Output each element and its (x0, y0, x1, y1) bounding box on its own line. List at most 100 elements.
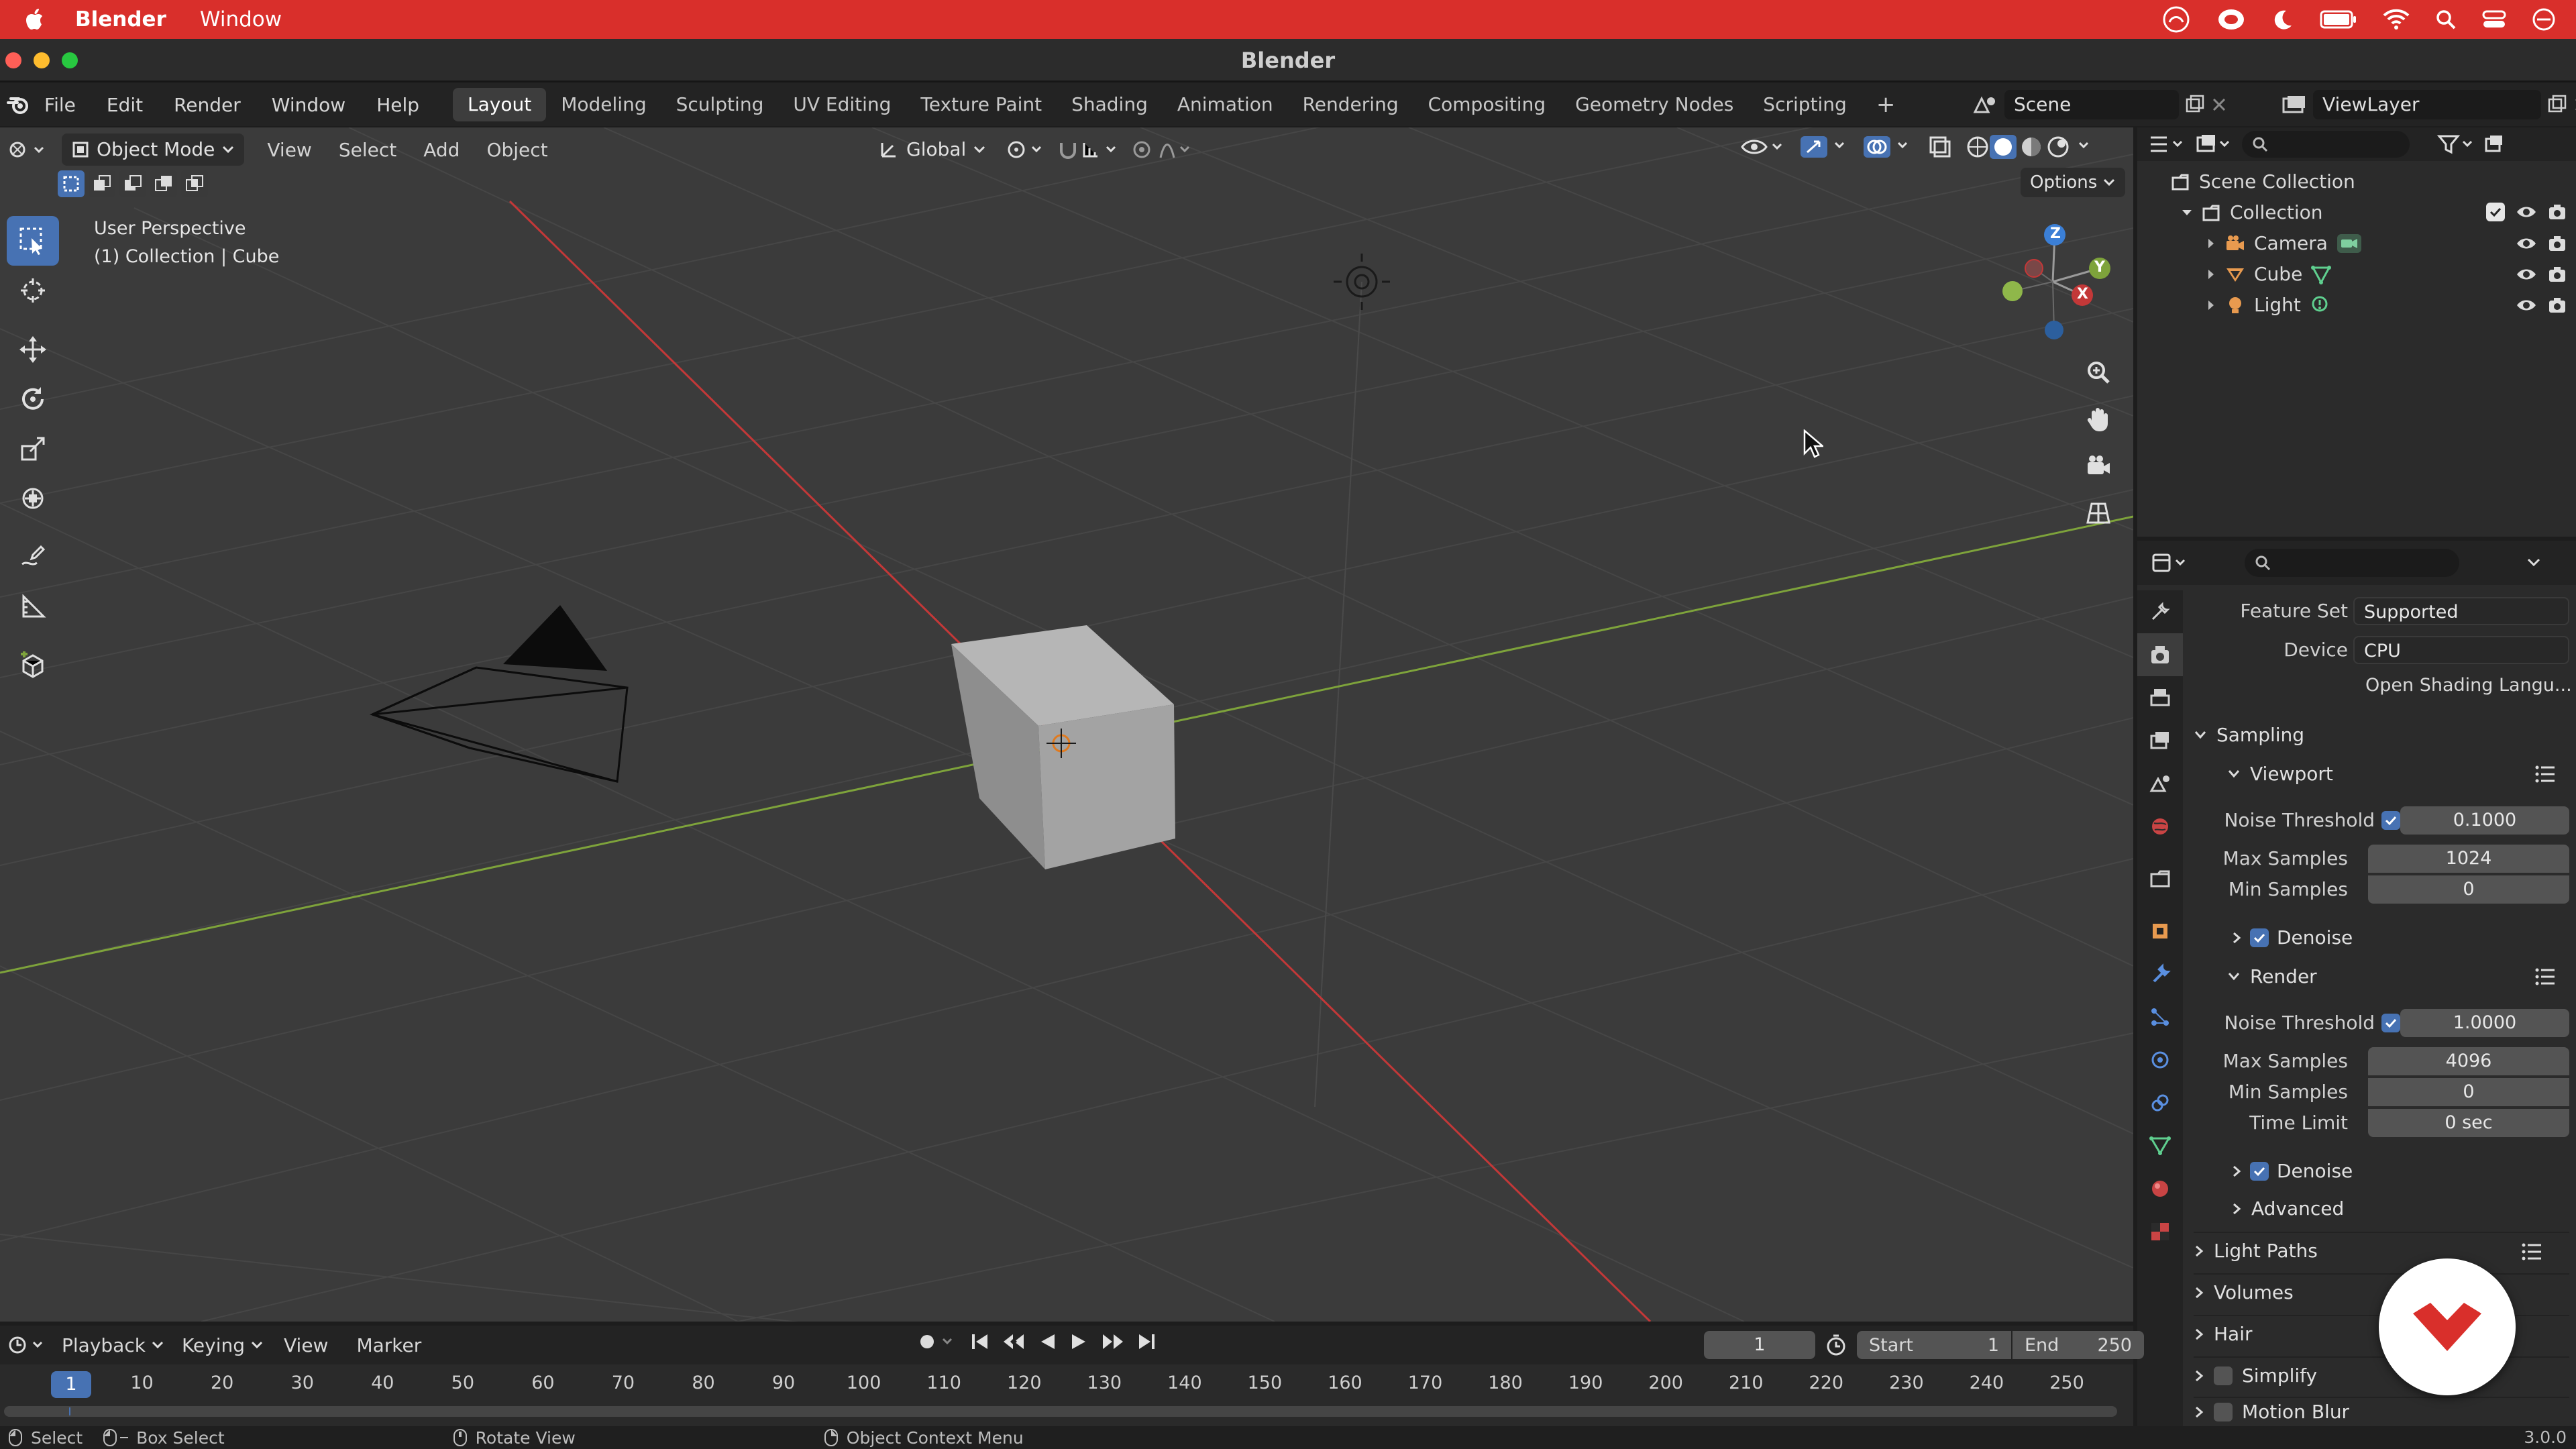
tab-output[interactable] (2137, 676, 2183, 719)
new-scene-icon[interactable] (2184, 94, 2206, 115)
outliner-editor-type-icon[interactable] (2148, 133, 2188, 155)
expand-arrow-icon[interactable] (2206, 237, 2216, 250)
blender-logo-icon[interactable] (7, 95, 30, 115)
outliner-scene-collection[interactable]: Scene Collection (2137, 166, 2576, 197)
wifi-icon[interactable] (2383, 9, 2410, 30)
tab-data[interactable] (2137, 1124, 2183, 1167)
motion-blur-panel-header[interactable]: Motion Blur (2194, 1397, 2569, 1426)
outliner-item-cube[interactable]: Cube (2137, 259, 2576, 290)
display-mode-icon[interactable] (2195, 133, 2235, 155)
tab-rendering[interactable]: Rendering (1288, 88, 1413, 121)
render-min-samples-field[interactable]: 0 (2368, 1078, 2569, 1106)
play-reverse-icon[interactable] (1037, 1332, 1057, 1352)
expand-chevron-icon[interactable] (2180, 206, 2194, 219)
tab-texture-paint[interactable]: Texture Paint (906, 88, 1057, 121)
view-layer-field[interactable]: ViewLayer (2313, 90, 2541, 119)
collection-exclude-checkbox[interactable] (2486, 203, 2505, 221)
tab-constraints[interactable] (2137, 1081, 2183, 1124)
viewport-denoise-checkbox[interactable] (2250, 928, 2269, 947)
shading-modes-icon[interactable] (1964, 133, 2098, 160)
outliner-item-camera[interactable]: Camera (2137, 228, 2576, 259)
remove-view-layer-icon[interactable] (2573, 97, 2576, 113)
select-new-icon[interactable] (58, 170, 85, 197)
pan-hand-icon[interactable] (2078, 396, 2118, 443)
viewport-max-samples-field[interactable]: 1024 (2368, 845, 2569, 873)
motion-blur-checkbox[interactable] (2214, 1403, 2233, 1421)
eye-icon[interactable] (2516, 204, 2537, 220)
view-layer-icon[interactable] (2281, 93, 2308, 116)
tab-layout[interactable]: Layout (453, 88, 547, 121)
select-box-tool[interactable] (7, 216, 59, 266)
visibility-selectability-icon[interactable] (1736, 136, 1790, 158)
zoom-icon[interactable] (2078, 349, 2118, 396)
jump-to-keyframe-forward-icon[interactable] (1102, 1332, 1124, 1352)
tab-modifiers[interactable] (2137, 953, 2183, 996)
select-invert-icon[interactable] (150, 170, 177, 197)
snap-icon[interactable] (1056, 139, 1123, 160)
render-camera-icon[interactable] (2548, 203, 2567, 221)
viewport-noise-threshold-field[interactable]: 0.1000 (2400, 806, 2569, 835)
menu-help[interactable]: Help (376, 94, 419, 116)
device-dropdown[interactable]: CPU (2353, 636, 2569, 664)
scene-field[interactable]: Scene (2004, 90, 2179, 119)
light-data-icon[interactable] (2309, 294, 2330, 316)
jump-to-start-icon[interactable] (970, 1332, 990, 1352)
screen-recorder-badge[interactable] (2379, 1258, 2516, 1395)
scale-tool[interactable] (7, 424, 59, 474)
chevron-down-icon[interactable] (2526, 557, 2541, 568)
timeline-menu-marker[interactable]: Marker (356, 1334, 421, 1356)
viewport-menu-object[interactable]: Object (486, 139, 547, 161)
expand-arrow-icon[interactable] (2206, 268, 2216, 281)
tab-animation[interactable]: Animation (1163, 88, 1288, 121)
menu-window[interactable]: Window (272, 94, 345, 116)
3d-viewport[interactable]: User Perspective (1) Collection | Cube Z… (0, 127, 2133, 1322)
control-center-icon[interactable] (2482, 9, 2506, 30)
stopwatch-icon[interactable] (1825, 1334, 1847, 1356)
eye-icon[interactable] (2516, 266, 2537, 282)
apple-icon[interactable] (24, 8, 44, 31)
eye-icon[interactable] (2516, 297, 2537, 313)
tab-physics[interactable] (2137, 1038, 2183, 1081)
tab-object[interactable] (2137, 910, 2183, 953)
gizmo-toggle-icon[interactable] (1799, 135, 1853, 159)
mac-app-name[interactable]: Blender (75, 7, 166, 32)
cc-sync-icon[interactable] (2216, 6, 2246, 33)
presets-list-icon[interactable] (2534, 967, 2556, 986)
render-camera-icon[interactable] (2548, 266, 2567, 283)
camera-object[interactable] (369, 605, 629, 783)
simplify-checkbox[interactable] (2214, 1366, 2233, 1385)
viewport-noise-threshold-checkbox[interactable] (2381, 811, 2400, 830)
simplify-panel-header[interactable]: Simplify (2194, 1356, 2569, 1394)
render-denoise-header[interactable]: Denoise (2207, 1152, 2569, 1190)
rotate-tool[interactable] (7, 374, 59, 424)
dark-mode-icon[interactable] (2271, 8, 2294, 31)
tab-compositing[interactable]: Compositing (1413, 88, 1561, 121)
auto-keying-icon[interactable] (918, 1331, 958, 1352)
editor-type-icon[interactable] (7, 138, 47, 161)
tab-sculpting[interactable]: Sculpting (661, 88, 779, 121)
add-cube-tool[interactable] (7, 641, 59, 691)
tab-shading[interactable]: Shading (1057, 88, 1163, 121)
eye-icon[interactable] (2516, 235, 2537, 252)
presets-list-icon[interactable] (2521, 1242, 2542, 1261)
outliner-collection-row[interactable]: Collection (2137, 197, 2576, 228)
jump-to-keyframe-back-icon[interactable] (1002, 1332, 1025, 1352)
scene-icon[interactable] (1972, 93, 1999, 116)
remove-scene-icon[interactable] (2211, 97, 2227, 113)
timeline-menu-view[interactable]: View (284, 1334, 328, 1356)
tab-scripting[interactable]: Scripting (1748, 88, 1862, 121)
select-intersect-icon[interactable] (181, 170, 208, 197)
light-paths-panel-header[interactable]: Light Paths (2194, 1232, 2569, 1269)
sampling-render-header[interactable]: Render (2207, 958, 2569, 996)
timeline-editor-type-icon[interactable] (8, 1334, 48, 1356)
viewport-menu-select[interactable]: Select (339, 139, 396, 161)
render-camera-icon[interactable] (2548, 235, 2567, 252)
properties-search-input[interactable] (2245, 549, 2459, 577)
move-tool[interactable] (7, 325, 59, 374)
render-time-limit-field[interactable]: 0 sec (2368, 1109, 2569, 1137)
mac-menu-window[interactable]: Window (200, 7, 282, 32)
render-camera-icon[interactable] (2548, 297, 2567, 314)
spotlight-search-icon[interactable] (2435, 9, 2457, 30)
render-noise-threshold-checkbox[interactable] (2381, 1014, 2400, 1032)
camera-data-icon[interactable] (2336, 233, 2363, 254)
